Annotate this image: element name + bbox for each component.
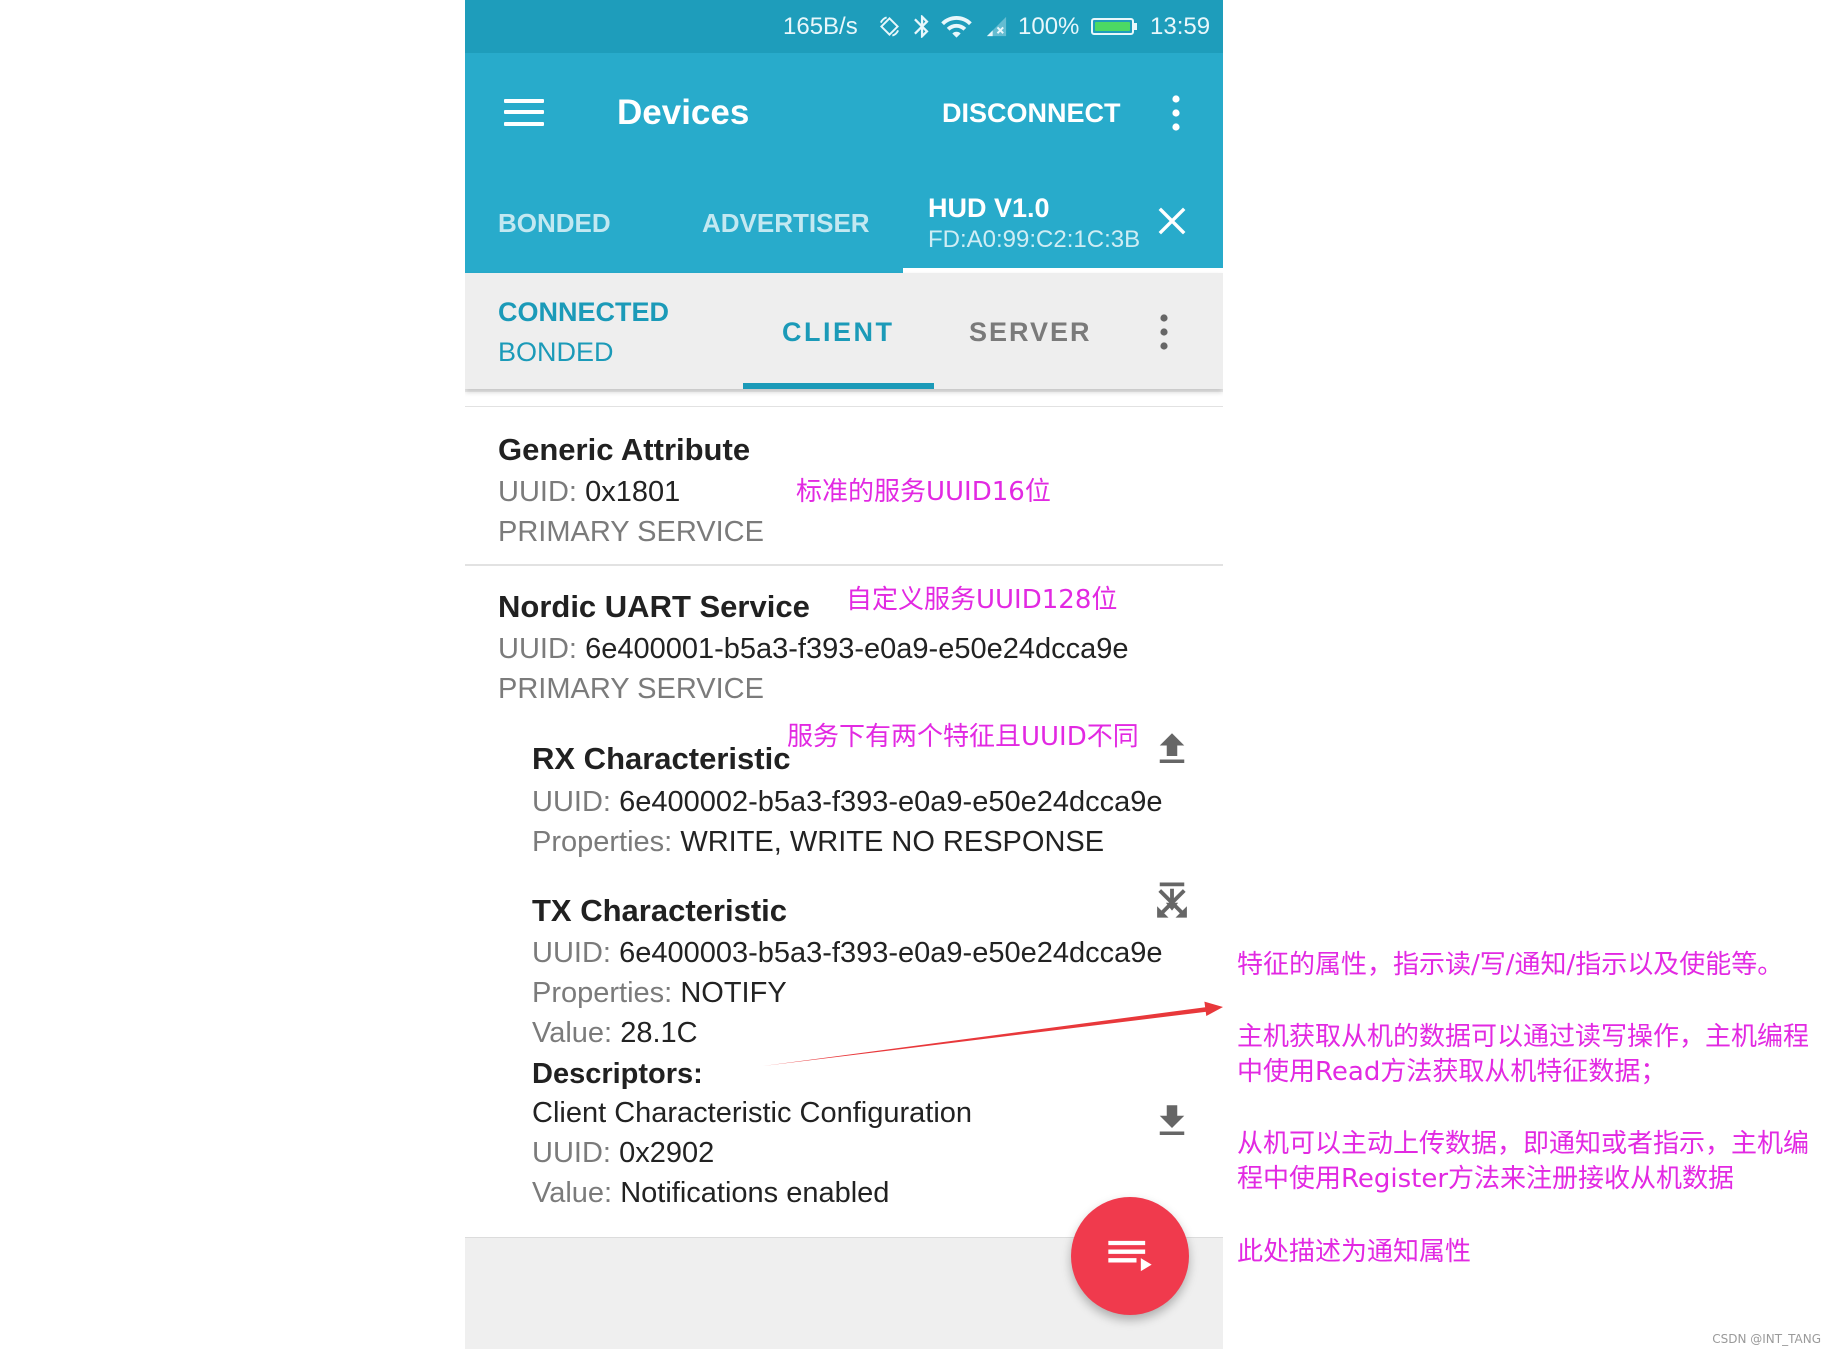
side-note: 特征的属性，指示读/写/通知/指示以及使能等。 — [1237, 950, 1784, 980]
characteristic-value: Value: 28.1C — [532, 1015, 698, 1051]
page-title: Devices — [617, 93, 750, 132]
characteristic-properties: Properties: WRITE, WRITE NO RESPONSE — [532, 824, 1104, 860]
service-uuid: UUID: 0x1801 — [498, 474, 680, 510]
descriptor-uuid: UUID: 0x2902 — [532, 1135, 714, 1171]
characteristic-name: TX Characteristic — [532, 893, 787, 928]
battery-icon — [1091, 18, 1138, 35]
descriptor-name: Client Characteristic Configuration — [532, 1097, 973, 1129]
screen-rotation-icon — [878, 15, 901, 38]
service-uuid: UUID: 6e400001-b5a3-f393-e0a9-e50e24dcca9… — [498, 631, 1128, 667]
previous-list-item — [465, 392, 1223, 406]
tab-device-address: FD:A0:99:C2:1C:3B — [928, 226, 1141, 253]
value-text: Notifications enabled — [620, 1177, 890, 1209]
annotation-characteristics: 服务下有两个特征且UUID不同 — [787, 722, 1139, 752]
service-nordic-uart[interactable]: Nordic UART Service UUID: 6e400001-b5a3-f… — [465, 566, 1223, 1237]
more-vert-icon[interactable] — [1168, 95, 1184, 131]
side-note: 主机获取从机的数据可以通过读写操作，主机编程 — [1237, 1022, 1810, 1052]
menu-bar — [504, 110, 544, 114]
value-text: 28.1C — [620, 1017, 698, 1049]
side-note: 从机可以主动上传数据，即通知或者指示，主机编 — [1237, 1129, 1810, 1159]
log-fab-button[interactable] — [1071, 1197, 1189, 1315]
battery-level: 100% — [1018, 13, 1080, 40]
annotation-uuid16: 标准的服务UUID16位 — [796, 477, 1051, 507]
characteristic-uuid: UUID: 6e400002-b5a3-f393-e0a9-e50e24dcca9… — [532, 784, 1162, 820]
characteristic-properties: Properties: NOTIFY — [532, 975, 787, 1011]
properties-value: WRITE, WRITE NO RESPONSE — [680, 826, 1105, 858]
uuid-value: 0x1801 — [585, 476, 681, 508]
menu-bar — [504, 122, 544, 126]
uuid-value: 6e400002-b5a3-f393-e0a9-e50e24dcca9e — [619, 786, 1163, 818]
bond-state: BONDED — [498, 337, 614, 367]
phone-screen: 165B/s 100% 13:59 Devices DISCONNECT BON… — [465, 0, 1223, 1349]
value-label: Value: — [532, 1177, 613, 1209]
status-bar: 165B/s 100% 13:59 — [465, 0, 1223, 53]
characteristic-name: RX Characteristic — [532, 741, 791, 776]
menu-bar — [504, 99, 544, 103]
tab-server[interactable]: SERVER — [969, 315, 1092, 349]
side-note: 此处描述为通知属性 — [1237, 1237, 1472, 1267]
clock-time: 13:59 — [1150, 13, 1211, 40]
properties-label: Properties: — [532, 977, 673, 1009]
tab-bonded[interactable]: BONDED — [498, 206, 611, 240]
side-note: 中使用Read方法获取从机特征数据； — [1237, 1057, 1667, 1087]
tab-device-name[interactable]: HUD V1.0 — [928, 191, 1050, 225]
download-icon[interactable] — [1151, 1100, 1193, 1142]
tab-advertiser[interactable]: ADVERTISER — [702, 206, 870, 240]
descriptors-heading: Descriptors: — [532, 1058, 703, 1090]
tab-client[interactable]: CLIENT — [782, 315, 895, 349]
value-label: Value: — [532, 1017, 613, 1049]
upload-icon[interactable] — [1151, 728, 1193, 770]
service-name: Generic Attribute — [498, 432, 751, 467]
cell-signal-icon — [985, 15, 1008, 38]
tab-indicator — [743, 383, 934, 389]
connection-mode-bar: CONNECTED BONDED CLIENT SERVER — [465, 273, 1223, 389]
network-speed: 165B/s — [783, 13, 858, 40]
disconnect-button[interactable]: DISCONNECT — [942, 96, 1121, 130]
app-bar: Devices DISCONNECT BONDED ADVERTISER HUD… — [465, 53, 1223, 273]
uuid-value: 0x2902 — [619, 1137, 715, 1169]
notifications-toggle-icon[interactable] — [1151, 880, 1193, 922]
hamburger-menu-icon[interactable] — [504, 99, 544, 126]
wifi-icon — [940, 14, 973, 39]
bluetooth-icon — [912, 14, 931, 39]
service-type: PRIMARY SERVICE — [498, 673, 764, 705]
more-vert-icon[interactable] — [1156, 314, 1172, 350]
uuid-label: UUID: — [532, 937, 611, 969]
side-note: 程中使用Register方法来注册接收从机数据 — [1237, 1164, 1735, 1194]
characteristic-uuid: UUID: 6e400003-b5a3-f393-e0a9-e50e24dcca9… — [532, 935, 1162, 971]
uuid-label: UUID: — [498, 476, 577, 508]
watermark: CSDN @INT_TANG — [1712, 1332, 1821, 1346]
properties-value: NOTIFY — [680, 977, 787, 1009]
annotation-uuid128: 自定义服务UUID128位 — [846, 585, 1118, 615]
uuid-value: 6e400003-b5a3-f393-e0a9-e50e24dcca9e — [619, 937, 1163, 969]
uuid-label: UUID: — [532, 786, 611, 818]
uuid-label: UUID: — [498, 633, 577, 665]
playlist-play-icon — [1108, 1240, 1152, 1272]
uuid-value: 6e400001-b5a3-f393-e0a9-e50e24dcca9e — [585, 633, 1129, 665]
service-type: PRIMARY SERVICE — [498, 516, 764, 548]
descriptor-value: Value: Notifications enabled — [532, 1175, 889, 1211]
properties-label: Properties: — [532, 826, 673, 858]
connection-state: CONNECTED — [498, 297, 670, 327]
uuid-label: UUID: — [532, 1137, 611, 1169]
close-icon[interactable] — [1156, 205, 1188, 237]
service-name: Nordic UART Service — [498, 589, 810, 624]
